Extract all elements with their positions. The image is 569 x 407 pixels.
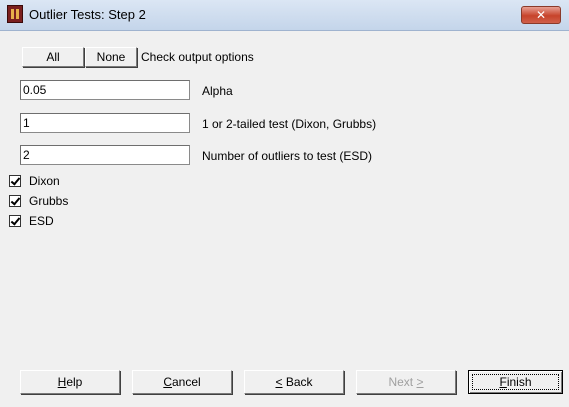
back-mnemonic: < [275, 375, 283, 389]
esd-label: ESD [29, 214, 54, 228]
dixon-checkbox[interactable] [9, 175, 21, 187]
check-output-caption: Check output options [141, 50, 254, 64]
none-button[interactable]: None [85, 47, 137, 67]
next-button[interactable]: Next > [356, 370, 456, 394]
cancel-button[interactable]: Cancel [132, 370, 232, 394]
help-label: elp [66, 375, 83, 389]
cancel-mnemonic: C [163, 375, 172, 389]
finish-button[interactable]: Finish [468, 370, 563, 394]
tails-label: 1 or 2-tailed test (Dixon, Grubbs) [202, 117, 377, 131]
esd-checkbox[interactable] [9, 215, 21, 227]
grubbs-checkbox[interactable] [9, 195, 21, 207]
all-button-label: All [46, 50, 60, 64]
finish-label: inish [506, 375, 532, 389]
tails-input[interactable]: 1 [20, 113, 190, 133]
back-label: Back [282, 375, 313, 389]
none-button-label: None [96, 50, 126, 64]
all-button[interactable]: All [22, 47, 84, 67]
alpha-input[interactable]: 0.05 [20, 80, 190, 100]
dixon-label: Dixon [29, 174, 60, 188]
next-suffix: > [416, 375, 424, 389]
outliers-count-label: Number of outliers to test (ESD) [202, 149, 373, 163]
close-icon: ✕ [535, 8, 547, 22]
back-button[interactable]: < Back [244, 370, 344, 394]
outliers-count-input[interactable]: 2 [20, 145, 190, 165]
next-label: Next [388, 375, 414, 389]
help-button[interactable]: Help [20, 370, 120, 394]
alpha-label: Alpha [202, 84, 233, 98]
dialog-window: Outlier Tests: Step 2 ✕ All None Check o… [0, 0, 569, 407]
close-button[interactable]: ✕ [521, 6, 561, 24]
window-title: Outlier Tests: Step 2 [29, 7, 146, 22]
cancel-label: ancel [171, 375, 201, 389]
finish-mnemonic: F [499, 375, 507, 389]
app-icon [7, 5, 23, 23]
title-bar: Outlier Tests: Step 2 ✕ [0, 0, 569, 31]
grubbs-label: Grubbs [29, 194, 69, 208]
